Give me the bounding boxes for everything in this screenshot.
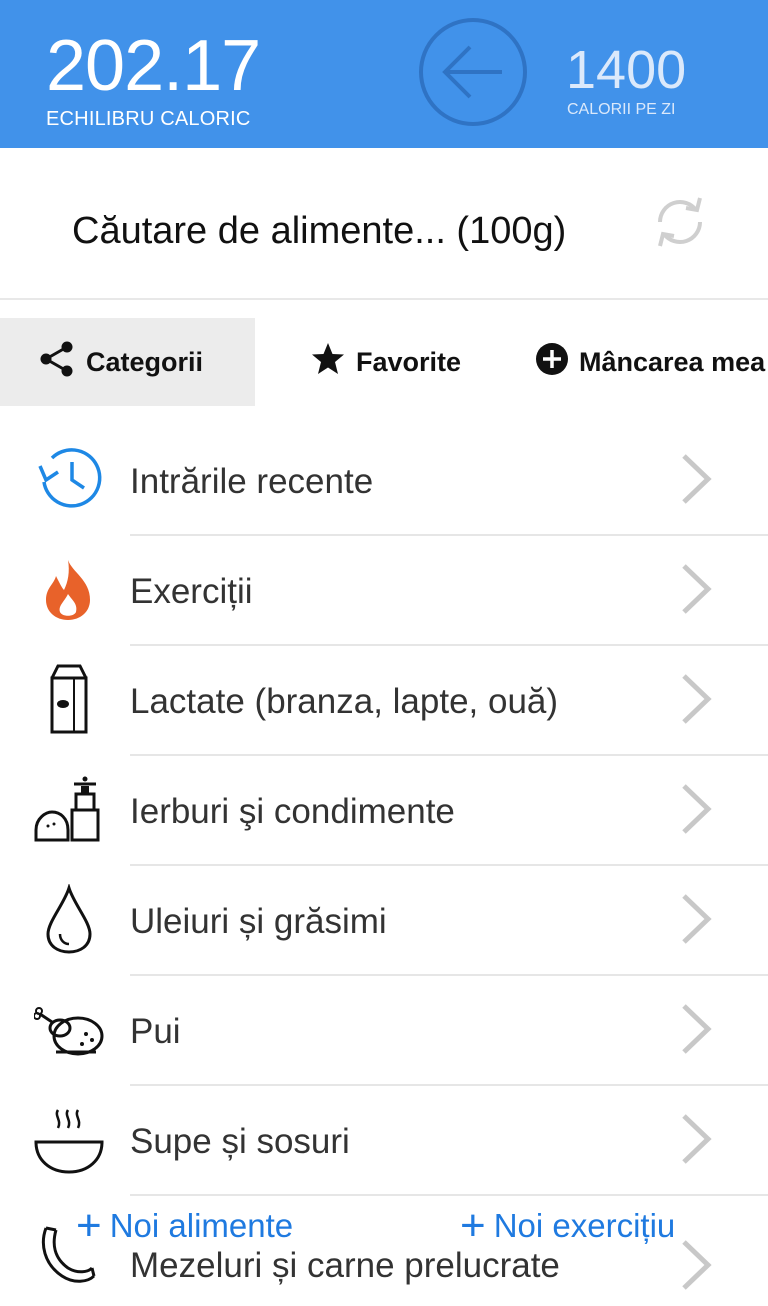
daily-calories-value: 1400 [566,40,687,100]
add-food-button[interactable]: + Noi alimente [76,1201,294,1250]
star-icon [310,341,346,384]
milk-carton-icon [34,664,104,734]
category-label: Ierburi şi condimente [130,792,455,831]
recent-history-icon [34,444,104,514]
calorie-header: 202.17 ECHILIBRU CALORIC 1400 CALORII PE… [0,0,768,148]
calorie-balance-label: ECHILIBRU CALORIC [46,108,251,130]
add-exercise-button[interactable]: + Noi exercițiu [460,1201,676,1250]
list-item[interactable]: Intrările recente [0,426,768,536]
food-search-input[interactable]: Căutare de alimente... (100g) [72,210,566,253]
list-item[interactable]: Uleiuri și grăsimi [0,866,768,976]
category-list: Intrările recente Exerciții Lactate (bra… [0,426,768,1306]
chevron-right-icon [676,892,716,946]
refresh-icon [658,197,702,247]
roast-chicken-icon [33,994,104,1064]
tab-categorii[interactable]: Categorii [0,318,255,406]
salt-pepper-icon [34,774,104,844]
soup-bowl-icon [34,1104,104,1174]
tab-mancarea-mea[interactable]: Mâncarea mea [535,318,765,406]
back-arrow-circle-icon [419,18,527,126]
flame-icon [34,554,104,624]
plus-icon: + [460,1201,486,1250]
chevron-right-icon [676,562,716,616]
tab-favorite-label: Favorite [356,346,462,377]
category-label: Intrările recente [130,462,374,501]
category-label: Lactate (branza, lapte, ouă) [130,682,559,721]
bottom-actions: + Noi alimente + Noi exercițiu [0,1196,768,1266]
chevron-right-icon [676,1112,716,1166]
tab-mancarea-mea-label: Mâncarea mea [579,346,766,377]
refresh-button[interactable] [650,192,710,252]
calorie-balance-value: 202.17 [46,26,261,106]
list-item[interactable]: Ierburi şi condimente [0,756,768,866]
plus-icon: + [76,1201,102,1250]
list-item[interactable]: Exerciții [0,536,768,646]
list-item[interactable]: Pui [0,976,768,1086]
category-label: Uleiuri și grăsimi [130,902,387,941]
chevron-right-icon [676,672,716,726]
add-exercise-label: Noi exercițiu [493,1207,676,1244]
list-item[interactable]: Supe și sosuri [0,1086,768,1196]
oil-drop-icon [34,882,104,954]
tab-bar: Categorii Favorite Mâncarea mea [0,318,768,406]
add-food-label: Noi alimente [109,1207,294,1244]
chevron-right-icon [676,1002,716,1056]
list-item[interactable]: Lactate (branza, lapte, ouă) [0,646,768,756]
category-label: Pui [130,1012,181,1051]
category-label: Exerciții [130,572,253,611]
daily-calories-label: CALORII PE ZI [567,101,676,118]
food-search-bar[interactable]: Căutare de alimente... (100g) [0,148,768,300]
share-icon [38,340,76,385]
back-button[interactable] [418,17,528,127]
chevron-right-icon [676,452,716,506]
chevron-right-icon [676,782,716,836]
tab-favorite[interactable]: Favorite [310,318,461,406]
plus-circle-icon [535,342,569,383]
tab-categorii-label: Categorii [86,346,204,377]
category-label: Supe și sosuri [130,1122,350,1161]
